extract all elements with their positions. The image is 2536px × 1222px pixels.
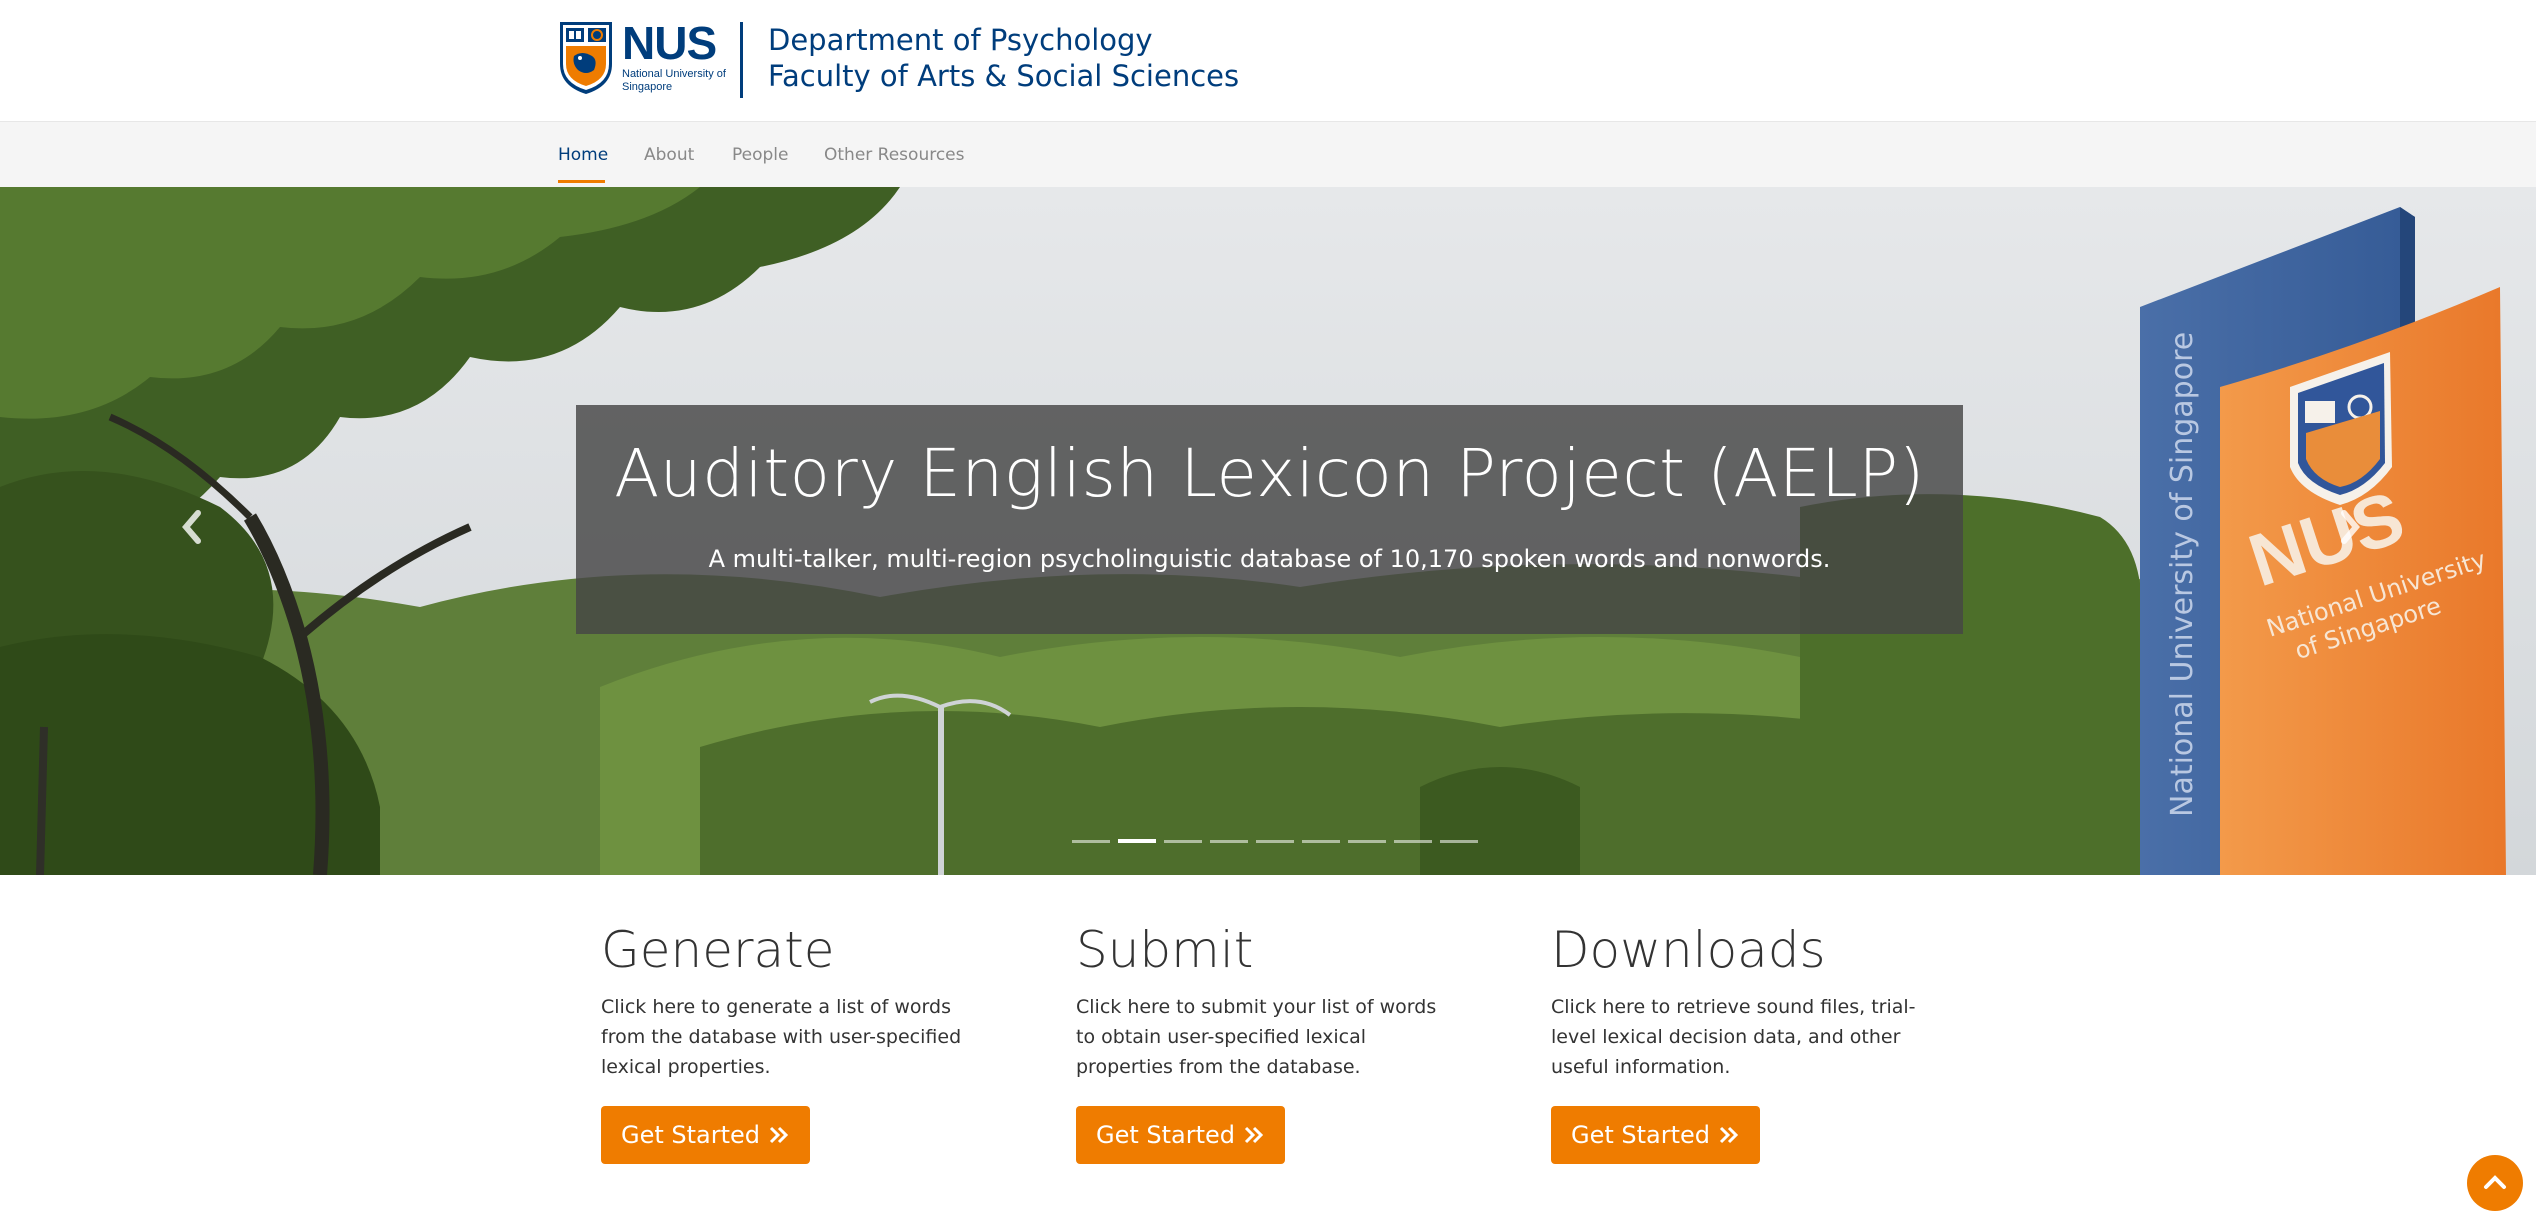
carousel-indicator-1[interactable] [1072, 840, 1110, 843]
carousel-indicator-9[interactable] [1440, 840, 1478, 843]
nus-crest-icon [560, 22, 612, 94]
carousel-indicator-8[interactable] [1394, 840, 1432, 843]
double-chevron-right-icon [769, 1126, 789, 1144]
nav-active-indicator [558, 180, 605, 183]
faculty-name: Faculty of Arts & Social Sciences [768, 59, 1240, 93]
hero-subtitle: A multi-talker, multi-region psycholingu… [708, 545, 1831, 573]
hero-title: Auditory English Lexicon Project (AELP) [614, 435, 1925, 512]
feature-description: Click here to submit your list of words … [1076, 996, 1437, 1078]
carousel-indicator-4[interactable] [1210, 840, 1248, 843]
submit-get-started-button[interactable]: Get Started [1076, 1106, 1286, 1164]
carousel-indicator-7[interactable] [1348, 840, 1386, 843]
feature-title: Submit [1076, 921, 1254, 979]
feature-generate: Generate Click here to generate a list o… [601, 920, 981, 1164]
nav-item-about[interactable]: About [644, 145, 694, 165]
button-label: Get Started [1571, 1121, 1711, 1149]
hero-carousel: National University of Singapore NUS Nat… [0, 187, 2536, 875]
logo-divider [740, 22, 743, 98]
feature-downloads: Downloads Click here to retrieve sound f… [1551, 920, 1931, 1164]
button-label: Get Started [621, 1121, 761, 1149]
feature-submit: Submit Click here to submit your list of… [1076, 920, 1456, 1164]
main-nav: Home About People Other Resources [0, 121, 2536, 188]
site-header: NUS National University of Singapore Dep… [0, 0, 2536, 121]
double-chevron-right-icon [1719, 1126, 1739, 1144]
carousel-indicator-2[interactable] [1118, 839, 1156, 843]
button-label: Get Started [1096, 1121, 1236, 1149]
department-title: Department of Psychology Faculty of Arts… [768, 22, 1239, 94]
carousel-indicator-3[interactable] [1164, 840, 1202, 843]
nus-wordmark: NUS [622, 17, 717, 69]
carousel-indicators [1072, 839, 1478, 845]
sign-vertical-text: National University of Singapore [2165, 332, 2200, 817]
back-to-top-button[interactable] [2467, 1155, 2523, 1211]
dept-name: Department of Psychology [768, 23, 1153, 57]
double-chevron-right-icon [1244, 1126, 1264, 1144]
nav-item-home[interactable]: Home [558, 145, 608, 165]
feature-description: Click here to generate a list of words f… [601, 996, 962, 1078]
chevron-left-icon[interactable] [178, 507, 204, 547]
feature-title: Generate [601, 921, 835, 979]
downloads-get-started-button[interactable]: Get Started [1551, 1106, 1761, 1164]
hero-caption: Auditory English Lexicon Project (AELP) … [576, 405, 1963, 634]
nav-item-other-resources[interactable]: Other Resources [824, 145, 965, 165]
nus-subtext: National University of Singapore [622, 68, 726, 93]
feature-description: Click here to retrieve sound files, tria… [1551, 996, 1916, 1078]
carousel-indicator-5[interactable] [1256, 840, 1294, 843]
nav-item-people[interactable]: People [732, 145, 788, 165]
chevron-right-icon[interactable] [2338, 507, 2364, 547]
generate-get-started-button[interactable]: Get Started [601, 1106, 811, 1164]
feature-title: Downloads [1551, 921, 1826, 979]
chevron-up-icon [2484, 1175, 2506, 1189]
nus-logo[interactable]: NUS National University of Singapore Dep… [558, 20, 1239, 100]
carousel-indicator-6[interactable] [1302, 840, 1340, 843]
